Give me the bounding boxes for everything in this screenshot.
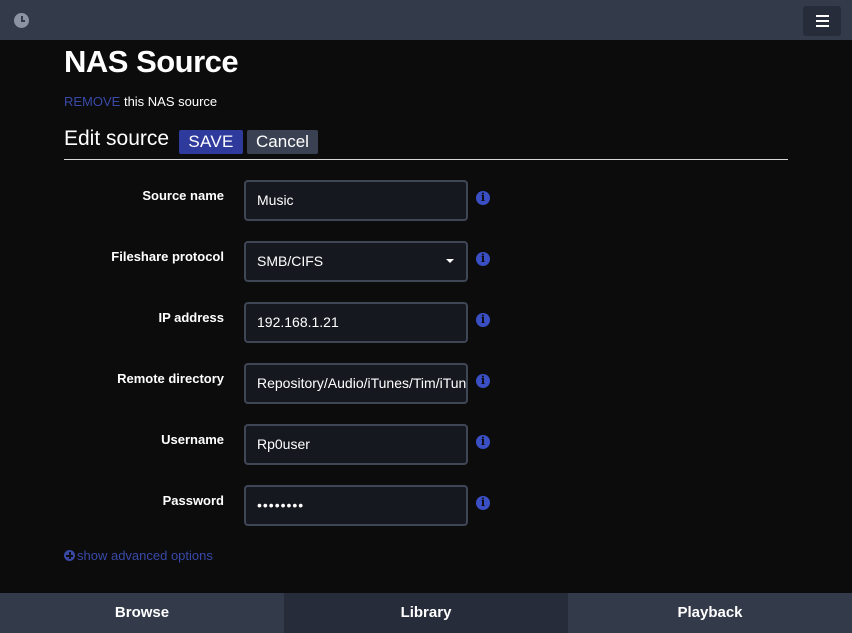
username-input[interactable]: Rp0user [244, 424, 468, 465]
fileshare-protocol-select[interactable]: SMB/CIFS [244, 241, 468, 282]
info-icon[interactable]: i [476, 496, 490, 510]
source-name-label: Source name [142, 188, 224, 203]
divider [64, 159, 788, 160]
plus-circle-icon [64, 550, 75, 561]
page-title: NAS Source [64, 44, 239, 79]
bottom-nav: Browse Library Playback [0, 593, 852, 633]
cancel-button[interactable]: Cancel [247, 130, 318, 154]
fileshare-protocol-label: Fileshare protocol [111, 249, 224, 264]
remote-directory-input[interactable]: Repository/Audio/iTunes/Tim/iTunes Music [244, 363, 468, 404]
ip-address-label: IP address [158, 310, 224, 325]
password-label: Password [162, 493, 224, 508]
password-input[interactable]: •••••••• [244, 485, 468, 526]
edit-source-heading: Edit source [64, 127, 170, 150]
tab-browse[interactable]: Browse [0, 593, 284, 633]
hamburger-icon [816, 15, 829, 27]
username-label: Username [161, 432, 224, 447]
info-icon[interactable]: i [476, 313, 490, 327]
menu-button[interactable] [803, 6, 841, 36]
remove-line: REMOVE this NAS source [64, 94, 217, 109]
info-icon[interactable]: i [476, 191, 490, 205]
info-icon[interactable]: i [476, 435, 490, 449]
top-bar [0, 0, 852, 40]
save-button[interactable]: SAVE [179, 130, 243, 154]
fileshare-protocol-value: SMB/CIFS [257, 253, 324, 269]
chevron-down-icon [446, 259, 454, 263]
clock-icon[interactable] [14, 13, 29, 28]
show-advanced-options-link[interactable]: show advanced options [64, 548, 213, 563]
ip-address-input[interactable]: 192.168.1.21 [244, 302, 468, 343]
tab-library[interactable]: Library [284, 593, 568, 633]
info-icon[interactable]: i [476, 374, 490, 388]
remote-directory-label: Remote directory [117, 371, 224, 386]
remove-link[interactable]: REMOVE [64, 94, 120, 109]
tab-playback[interactable]: Playback [568, 593, 852, 633]
info-icon[interactable]: i [476, 252, 490, 266]
remove-text: this NAS source [120, 94, 218, 109]
advanced-label: show advanced options [77, 548, 213, 563]
source-name-input[interactable]: Music [244, 180, 468, 221]
